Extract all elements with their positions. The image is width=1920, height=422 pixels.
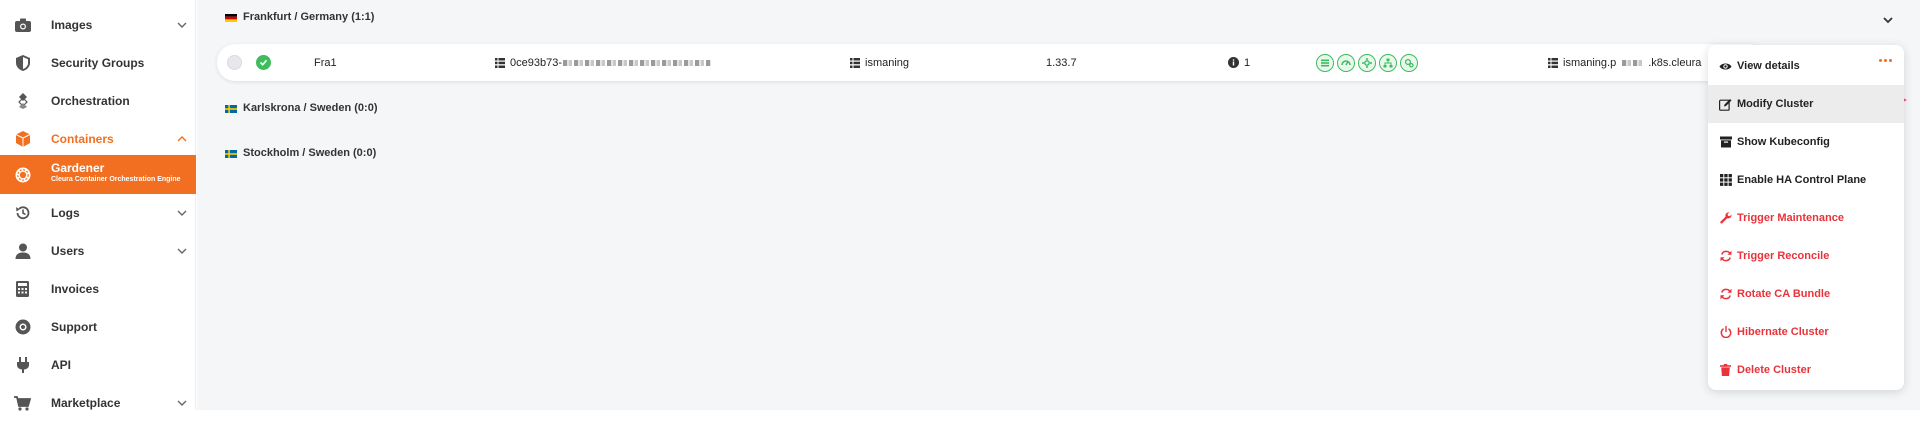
menu-item-trigger-reconcile[interactable]: Trigger Reconcile (1708, 237, 1904, 275)
list-icon (1548, 57, 1558, 68)
sidebar-item-gardener[interactable]: Gardener Cleura Container Orchestration … (0, 155, 196, 194)
cube-icon (14, 131, 31, 148)
lifebuoy-icon (14, 319, 31, 336)
list-icon (850, 57, 860, 68)
cart-icon (14, 395, 31, 412)
chevron-down-icon[interactable] (176, 207, 188, 219)
sidebar-item-label: Support (51, 320, 97, 334)
health-status-icons (1316, 44, 1418, 81)
sidebar-item-containers[interactable]: Containers (0, 120, 196, 158)
chevron-down-icon[interactable] (1882, 14, 1894, 26)
region-header-stockholm[interactable]: Stockholm / Sweden (0:0) (225, 147, 376, 159)
list-icon (495, 57, 505, 68)
sweden-flag-icon (225, 104, 237, 113)
cluster-actions-menu: View details Modify Cluster Show Kubecon… (1708, 45, 1904, 390)
sidebar-item-label: Images (51, 18, 93, 32)
menu-item-enable-ha-control-plane[interactable]: Enable HA Control Plane (1708, 161, 1904, 199)
sidebar-item-sublabel: Cleura Container Orchestration Engine (51, 176, 181, 183)
row-select-checkbox[interactable] (227, 44, 242, 81)
menu-item-delete-cluster[interactable]: Delete Cluster (1708, 351, 1904, 389)
wrench-icon (1719, 212, 1732, 225)
info-icon (1228, 57, 1239, 68)
chevron-up-icon[interactable] (176, 133, 188, 145)
project-name: ismaning (865, 56, 910, 69)
api-server-health-icon (1316, 53, 1334, 72)
plug-icon (14, 357, 31, 374)
edit-icon (1719, 98, 1732, 111)
menu-item-trigger-maintenance[interactable]: Trigger Maintenance (1708, 199, 1904, 237)
sidebar-item-api[interactable]: API (0, 346, 196, 384)
region-header-frankfurt[interactable]: Frankfurt / Germany (1:1) (225, 11, 374, 23)
cluster-name[interactable]: Fra1 (314, 44, 337, 81)
control-plane-health-icon (1337, 53, 1355, 72)
menu-item-rotate-ca-bundle[interactable]: Rotate CA Bundle (1708, 275, 1904, 313)
orchestration-icon (14, 93, 31, 110)
sidebar-item-orchestration[interactable]: Orchestration (0, 82, 196, 120)
shield-icon (14, 55, 31, 72)
sidebar-item-label: Invoices (51, 282, 100, 296)
menu-item-view-details[interactable]: View details (1708, 47, 1904, 85)
refresh-icon (1719, 250, 1732, 263)
sidebar-item-label: API (51, 358, 72, 372)
menu-item-show-kubeconfig[interactable]: Show Kubeconfig (1708, 123, 1904, 161)
chevron-down-icon[interactable] (176, 245, 188, 257)
history-icon (14, 205, 31, 222)
sidebar-item-users[interactable]: Users (0, 232, 196, 270)
chevron-down-icon[interactable] (176, 397, 188, 409)
cluster-info-count: 1 (1228, 44, 1250, 81)
sidebar-item-label: Gardener (51, 161, 105, 175)
endpoint-suffix: .k8s.cleura (1648, 56, 1702, 69)
info-count: 1 (1244, 56, 1251, 69)
eye-icon (1719, 60, 1732, 73)
endpoint-prefix: ismaning.p (1563, 56, 1617, 69)
redacted-block (563, 59, 711, 66)
main-content: Frankfurt / Germany (1:1) Fra1 0ce93b73-… (197, 0, 1920, 410)
nodes-health-icon (1358, 53, 1376, 72)
grid-icon (1719, 174, 1732, 187)
germany-flag-icon (225, 13, 237, 22)
sidebar-item-label: Marketplace (51, 396, 121, 410)
user-icon (14, 243, 31, 260)
menu-item-hibernate-cluster[interactable]: Hibernate Cluster (1708, 313, 1904, 351)
trash-icon (1719, 364, 1732, 377)
cluster-project: ismaning (850, 44, 909, 81)
archive-icon (1719, 136, 1732, 149)
region-header-karlskrona[interactable]: Karlskrona / Sweden (0:0) (225, 102, 378, 114)
cluster-id-prefix: 0ce93b73- (510, 56, 562, 69)
sweden-flag-icon (225, 149, 237, 158)
calculator-icon (14, 281, 31, 298)
sidebar-item-logs[interactable]: Logs (0, 194, 196, 232)
sidebar-item-marketplace[interactable]: Marketplace (0, 384, 196, 422)
kubernetes-version: 1.33.7 (1046, 56, 1077, 69)
sidebar-item-label: Logs (51, 206, 80, 220)
cluster-row[interactable]: Fra1 0ce93b73- ismaning 1.33.7 1 ismanin… (217, 44, 1767, 81)
sidebar-item-label: Security Groups (51, 56, 145, 70)
menu-item-modify-cluster[interactable]: Modify Cluster (1708, 85, 1904, 123)
power-icon (1719, 326, 1732, 339)
sidebar-item-support[interactable]: Support (0, 308, 196, 346)
redacted-block (1622, 59, 1643, 66)
status-ok-icon (256, 44, 271, 81)
sidebar-item-label: Users (51, 244, 85, 258)
gardener-icon (14, 166, 31, 183)
region-label: Karlskrona / Sweden (0:0) (243, 102, 378, 114)
refresh-icon (1719, 288, 1732, 301)
system-components-health-icon (1400, 53, 1418, 72)
region-label: Stockholm / Sweden (0:0) (243, 147, 377, 159)
region-label: Frankfurt / Germany (1:1) (243, 11, 375, 23)
cluster-id: 0ce93b73- (495, 44, 711, 81)
sidebar-item-invoices[interactable]: Invoices (0, 270, 196, 308)
sidebar-item-label: Containers (51, 132, 114, 146)
sidebar-item-label: Orchestration (51, 94, 130, 108)
sidebar-item-security-groups[interactable]: Security Groups (0, 44, 196, 82)
chevron-down-icon[interactable] (176, 19, 188, 31)
network-health-icon (1379, 53, 1397, 72)
sidebar: Images Security Groups Orchestration Con… (0, 0, 196, 411)
sidebar-item-images[interactable]: Images (0, 6, 196, 44)
cluster-endpoint: ismaning.p .k8s.cleura (1548, 44, 1701, 81)
camera-icon (14, 17, 31, 34)
